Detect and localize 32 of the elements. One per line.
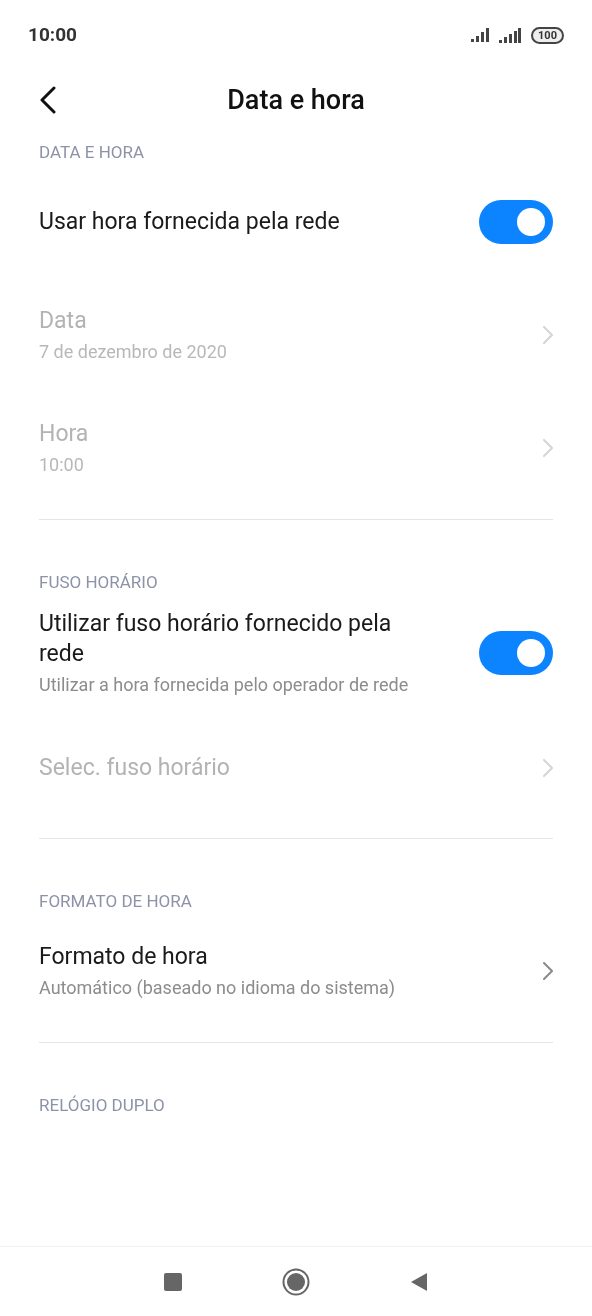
toggle-switch[interactable] [479, 200, 553, 244]
back-icon[interactable] [410, 1271, 428, 1292]
row-subtitle: 7 de dezembro de 2020 [39, 340, 227, 364]
section-header: RELÓGIO DUPLO [39, 1094, 165, 1115]
status-time: 10:00 [28, 21, 77, 48]
section-header: FORMATO DE HORA [39, 891, 192, 911]
settings-row[interactable]: Utilizar fuso horário fornecido pela rede Utilizar a hora fornecida pelo operador de rede [0, 595, 592, 711]
row-title: Usar hora fornecida pela rede [39, 207, 340, 237]
back-icon [40, 86, 56, 114]
chevron-icon [543, 439, 553, 457]
section-header: FUSO HORÁRIO [39, 571, 158, 592]
settings-row[interactable]: Formato de hora Automático (baseado no idioma do sistema) [0, 914, 592, 1028]
row-subtitle: Utilizar a hora fornecida pelo operador de rede [39, 673, 410, 697]
row-title: Data [39, 306, 88, 336]
recents-icon[interactable] [164, 1272, 182, 1291]
battery-indicator: 100 [531, 26, 564, 44]
page-title: Data e hora [227, 82, 365, 118]
settings-row[interactable]: Usar hora fornecida pela rede [0, 165, 592, 279]
section-header: DATA E HORA [39, 142, 145, 162]
row-subtitle: Automático (baseado no idioma do sistema) [39, 976, 396, 1000]
chevron-icon [543, 326, 553, 344]
toggle-switch[interactable] [479, 631, 553, 675]
signal-icon [499, 27, 522, 43]
signal-icon [471, 28, 490, 42]
row-title: Hora [39, 419, 89, 449]
row-title: Selec. fuso horário [39, 752, 230, 783]
row-title: Utilizar fuso horário fornecido pela rede [39, 609, 393, 669]
chevron-icon [543, 758, 553, 777]
chevron-icon [543, 962, 553, 980]
home-icon[interactable] [282, 1267, 310, 1296]
row-subtitle: 10:00 [39, 453, 85, 477]
row-title: Formato de hora [39, 942, 209, 972]
